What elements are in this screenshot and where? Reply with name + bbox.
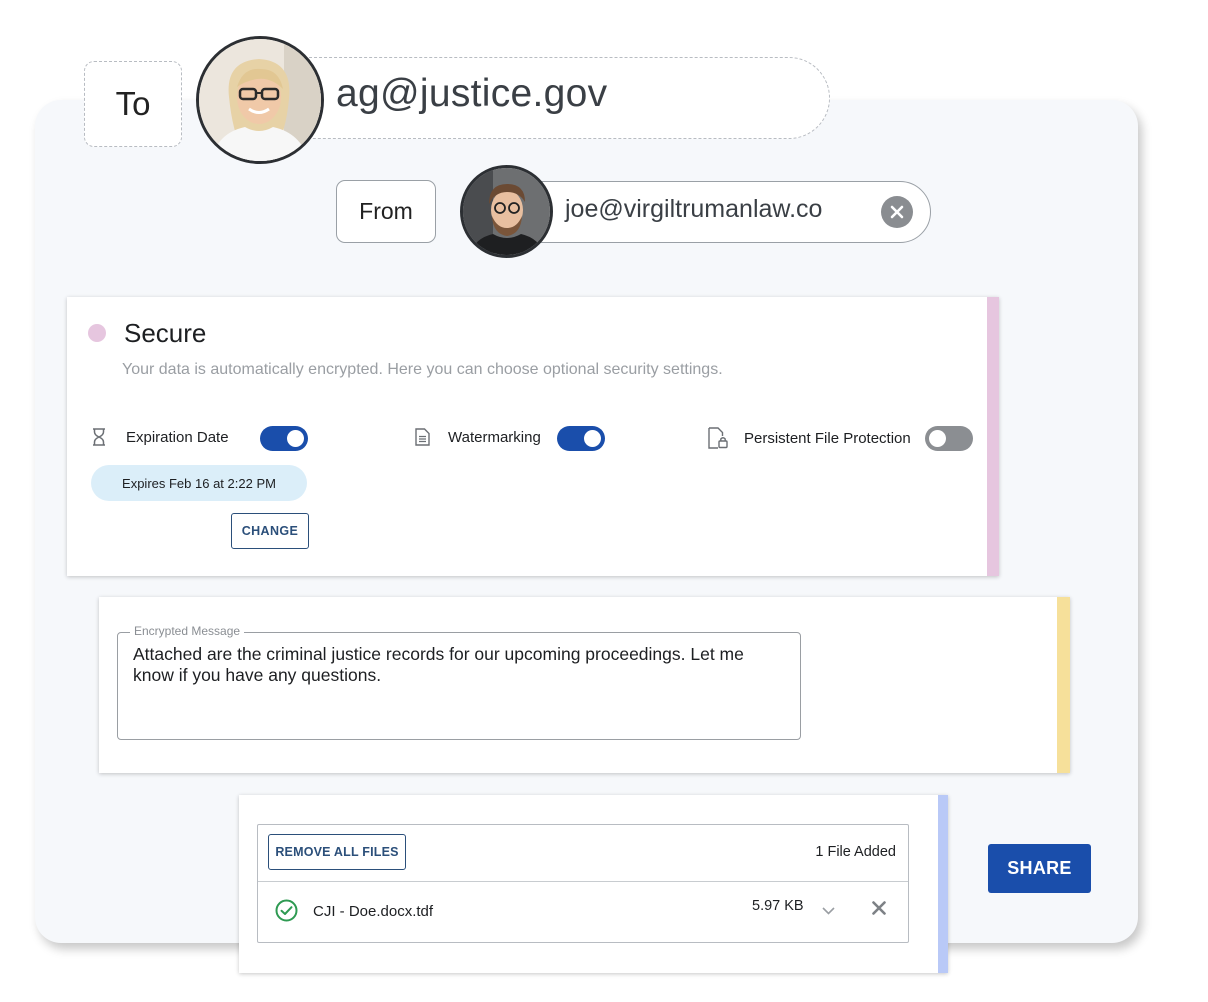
file-count: 1 File Added bbox=[815, 844, 896, 860]
close-circle-icon[interactable] bbox=[881, 196, 913, 228]
file-list-header: REMOVE ALL FILES 1 File Added bbox=[258, 825, 908, 882]
expiration-date-badge: Expires Feb 16 at 2:22 PM bbox=[91, 465, 307, 501]
message-text[interactable]: Attached are the criminal justice record… bbox=[133, 644, 783, 686]
remove-all-files-button[interactable]: REMOVE ALL FILES bbox=[268, 834, 406, 870]
file-row: CJI - Doe.docx.tdf 5.97 KB bbox=[258, 882, 908, 943]
watermarking-toggle[interactable] bbox=[557, 426, 605, 451]
file-list: REMOVE ALL FILES 1 File Added CJI - Doe.… bbox=[257, 824, 909, 943]
option-label: Watermarking bbox=[448, 428, 541, 446]
change-expiration-button[interactable]: CHANGE bbox=[231, 513, 309, 549]
persistent-file-protection-toggle[interactable] bbox=[925, 426, 973, 451]
option-label: Persistent File Protection bbox=[744, 429, 911, 447]
toggle-knob bbox=[584, 430, 601, 447]
remove-file-icon[interactable] bbox=[872, 901, 886, 920]
message-field-label: Encrypted Message bbox=[130, 624, 245, 638]
message-card: Encrypted Message Attached are the crimi… bbox=[99, 597, 1070, 773]
option-persistent-file-protection: Persistent File Protection bbox=[708, 427, 911, 449]
from-email[interactable]: joe@virgiltrumanlaw.co bbox=[565, 195, 822, 224]
chevron-down-icon[interactable] bbox=[821, 903, 836, 921]
recipient-avatar bbox=[196, 36, 324, 164]
encrypted-message-field[interactable]: Encrypted Message Attached are the crimi… bbox=[117, 624, 801, 740]
toggle-knob bbox=[287, 430, 304, 447]
share-button[interactable]: SHARE bbox=[988, 844, 1091, 893]
to-email[interactable]: ag@justice.gov bbox=[336, 72, 607, 116]
expiration-date-toggle[interactable] bbox=[260, 426, 308, 451]
option-expiration-date: Expiration Date bbox=[92, 428, 229, 446]
option-label: Expiration Date bbox=[126, 428, 229, 446]
sender-avatar bbox=[460, 165, 553, 258]
files-card: REMOVE ALL FILES 1 File Added CJI - Doe.… bbox=[239, 795, 948, 973]
security-settings-card: Secure Your data is automatically encryp… bbox=[67, 297, 999, 576]
from-label: From bbox=[336, 180, 436, 243]
file-size: 5.97 KB bbox=[752, 898, 804, 914]
file-name: CJI - Doe.docx.tdf bbox=[313, 903, 434, 920]
security-description: Your data is automatically encrypted. He… bbox=[122, 361, 723, 378]
to-label: To bbox=[84, 61, 182, 147]
toggle-knob bbox=[929, 430, 946, 447]
hourglass-icon bbox=[92, 428, 108, 446]
file-lock-icon bbox=[708, 427, 728, 449]
security-title: Secure bbox=[124, 318, 207, 348]
security-status-dot bbox=[88, 324, 106, 342]
document-icon bbox=[415, 428, 431, 446]
option-watermarking: Watermarking bbox=[415, 428, 541, 446]
check-circle-icon bbox=[275, 899, 298, 927]
